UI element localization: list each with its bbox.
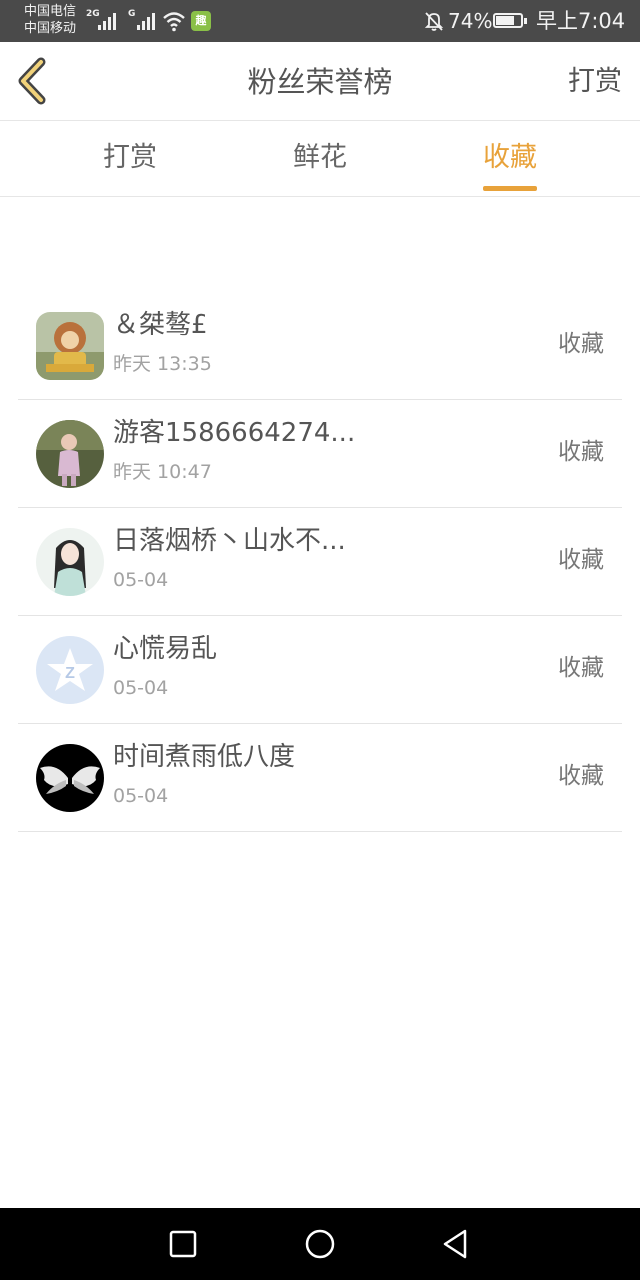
item-time: 昨天 13:35 <box>113 353 212 375</box>
header: 粉丝荣誉榜 打赏 <box>0 42 640 121</box>
reward-button[interactable]: 打赏 <box>568 64 622 100</box>
list-item[interactable]: 游客1586664274... 昨天 10:47 收藏 <box>18 400 622 508</box>
item-time: 昨天 10:47 <box>113 461 212 483</box>
avatar[interactable] <box>36 744 104 812</box>
status-time: 早上7:04 <box>536 9 626 33</box>
list-item[interactable]: 时间煮雨低八度 05-04 收藏 <box>18 724 622 832</box>
page-title: 粉丝荣誉榜 <box>247 65 393 99</box>
item-time: 05-04 <box>113 785 169 807</box>
item-name: ＆桀骜£ <box>113 310 208 340</box>
tab-label: 鲜花 <box>293 142 347 173</box>
item-time: 05-04 <box>113 569 169 591</box>
carrier-info: 中国电信 中国移动 <box>24 3 76 37</box>
item-name: 日落烟桥丶山水不... <box>113 526 346 556</box>
battery-level-fill <box>496 16 514 25</box>
list-item[interactable]: Z 心慌易乱 05-04 收藏 <box>18 616 622 724</box>
tab-flowers[interactable]: 鲜花 <box>225 121 415 196</box>
avatar-image <box>36 744 104 812</box>
item-action-label: 收藏 <box>558 655 604 681</box>
system-nav-bar <box>0 1208 640 1280</box>
battery-percent: 74% <box>448 9 493 33</box>
item-name: 心慌易乱 <box>113 634 218 664</box>
tab-label-text: 收藏 <box>483 142 537 173</box>
tab-reward[interactable]: 打赏 <box>35 121 225 196</box>
network-2-label: G <box>128 9 136 19</box>
list-item[interactable]: ＆桀骜£ 昨天 13:35 收藏 <box>18 292 622 400</box>
home-icon[interactable] <box>302 1226 338 1262</box>
screen: 中国电信 中国移动 2G G 趣 74% 早上7:04 粉丝荣誉榜 打赏 打赏 … <box>0 0 640 1280</box>
avatar-image <box>36 312 104 380</box>
back-icon[interactable] <box>438 1226 474 1262</box>
tab-favorites[interactable]: 收藏 <box>415 121 605 196</box>
active-tab-indicator <box>483 186 537 191</box>
tab-label: 打赏 <box>103 142 157 173</box>
app-icon: 趣 <box>191 11 211 31</box>
carrier-1-label: 中国电信 <box>24 4 77 19</box>
item-action-label: 收藏 <box>558 763 604 789</box>
tab-label: 收藏 <box>483 141 537 191</box>
avatar[interactable]: Z <box>36 636 104 704</box>
svg-text:Z: Z <box>65 665 75 682</box>
item-action-label: 收藏 <box>558 439 604 465</box>
avatar-image <box>36 420 104 488</box>
bell-off-icon <box>424 12 444 31</box>
signal-icon <box>98 13 116 30</box>
item-action-label: 收藏 <box>558 331 604 357</box>
avatar[interactable] <box>36 420 104 488</box>
signal-icon-2 <box>137 13 155 30</box>
status-bar: 中国电信 中国移动 2G G 趣 74% 早上7:04 <box>0 0 640 42</box>
recent-apps-icon[interactable] <box>165 1226 201 1262</box>
avatar-image: Z <box>36 636 104 704</box>
carrier-2-label: 中国移动 <box>24 21 77 36</box>
list-item[interactable]: 日落烟桥丶山水不... 05-04 收藏 <box>18 508 622 616</box>
battery-icon <box>493 13 527 28</box>
avatar-image <box>36 528 104 596</box>
avatar[interactable] <box>36 312 104 380</box>
avatar[interactable] <box>36 528 104 596</box>
item-name: 游客1586664274... <box>113 418 356 448</box>
item-time: 05-04 <box>113 677 169 699</box>
wifi-icon <box>163 12 185 32</box>
tab-bar: 打赏 鲜花 收藏 <box>0 121 640 197</box>
item-action-label: 收藏 <box>558 547 604 573</box>
fan-list: ＆桀骜£ 昨天 13:35 收藏 游客1586664274... 昨天 10:4… <box>18 292 622 832</box>
item-name: 时间煮雨低八度 <box>113 742 296 772</box>
